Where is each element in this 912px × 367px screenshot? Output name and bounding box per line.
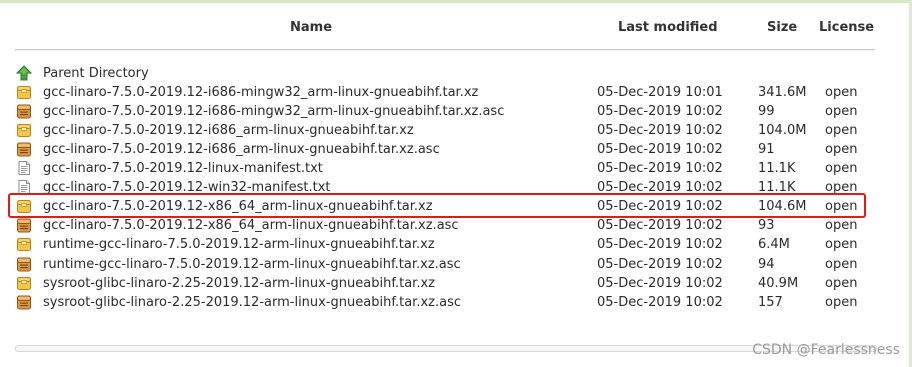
license-cell: open <box>825 161 858 177</box>
file-name-link[interactable]: gcc-linaro-7.5.0-2019.12-i686-mingw32_ar… <box>43 85 478 100</box>
signature-file-icon <box>16 141 32 157</box>
license-cell: open <box>825 218 858 234</box>
license-cell: open <box>825 256 858 272</box>
archive-icon <box>16 275 32 291</box>
file-listing-page: Name Last modified Size License Parent D… <box>0 0 912 367</box>
last-modified-cell: 05-Dec-2019 10:02 <box>597 180 723 196</box>
license-cell: open <box>825 180 858 196</box>
archive-icon <box>16 84 32 100</box>
signature-file-icon <box>16 217 32 233</box>
license-cell: open <box>825 199 858 215</box>
license-cell: open <box>825 85 858 101</box>
last-modified-cell: 05-Dec-2019 10:02 <box>597 104 723 120</box>
signature-file-icon <box>16 103 32 119</box>
size-cell: 11.1K <box>758 161 796 177</box>
archive-icon <box>16 122 32 138</box>
file-name-link[interactable]: runtime-gcc-linaro-7.5.0-2019.12-arm-lin… <box>43 237 435 252</box>
size-cell: 11.1K <box>758 180 796 196</box>
text-file-icon <box>16 160 32 176</box>
table-row[interactable]: runtime-gcc-linaro-7.5.0-2019.12-arm-lin… <box>0 235 912 254</box>
header-divider <box>15 49 875 51</box>
header-name[interactable]: Name <box>290 20 332 35</box>
file-name-link[interactable]: gcc-linaro-7.5.0-2019.12-x86_64_arm-linu… <box>43 218 459 233</box>
last-modified-cell: 05-Dec-2019 10:02 <box>597 161 723 177</box>
size-cell: 94 <box>758 256 775 272</box>
last-modified-cell: 05-Dec-2019 10:02 <box>597 142 723 158</box>
table-row[interactable]: gcc-linaro-7.5.0-2019.12-linux-manifest.… <box>0 159 912 178</box>
file-name-link[interactable]: gcc-linaro-7.5.0-2019.12-win32-manifest.… <box>43 180 331 195</box>
up-arrow-icon <box>15 65 33 81</box>
header-license[interactable]: License <box>819 20 874 35</box>
size-cell: 157 <box>758 294 783 310</box>
archive-icon <box>16 236 32 252</box>
table-row[interactable]: gcc-linaro-7.5.0-2019.12-win32-manifest.… <box>0 178 912 197</box>
signature-file-icon <box>16 256 32 272</box>
text-file-icon <box>16 179 32 195</box>
size-cell: 93 <box>758 218 775 234</box>
header-last-modified[interactable]: Last modified <box>618 20 718 35</box>
table-row[interactable]: runtime-gcc-linaro-7.5.0-2019.12-arm-lin… <box>0 255 912 274</box>
license-cell: open <box>825 104 858 120</box>
size-cell: 341.6M <box>758 85 807 101</box>
size-cell: 6.4M <box>758 237 790 253</box>
file-name-link[interactable]: sysroot-glibc-linaro-2.25-2019.12-arm-li… <box>43 276 435 291</box>
file-name-link[interactable]: gcc-linaro-7.5.0-2019.12-i686_arm-linux-… <box>43 123 414 138</box>
archive-icon <box>16 198 32 214</box>
last-modified-cell: 05-Dec-2019 10:02 <box>597 123 723 139</box>
file-name-link[interactable]: gcc-linaro-7.5.0-2019.12-linux-manifest.… <box>43 161 323 176</box>
parent-directory-row[interactable]: Parent Directory <box>0 64 912 83</box>
last-modified-cell: 05-Dec-2019 10:01 <box>597 85 723 101</box>
size-cell: 99 <box>758 104 775 120</box>
size-cell: 104.0M <box>758 123 807 139</box>
table-row[interactable]: gcc-linaro-7.5.0-2019.12-x86_64_arm-linu… <box>0 216 912 235</box>
file-name-link[interactable]: runtime-gcc-linaro-7.5.0-2019.12-arm-lin… <box>43 257 461 272</box>
table-row[interactable]: sysroot-glibc-linaro-2.25-2019.12-arm-li… <box>0 293 912 312</box>
table-row[interactable]: gcc-linaro-7.5.0-2019.12-i686-mingw32_ar… <box>0 83 912 102</box>
file-name-link[interactable]: sysroot-glibc-linaro-2.25-2019.12-arm-li… <box>43 295 461 310</box>
file-name-link[interactable]: gcc-linaro-7.5.0-2019.12-i686_arm-linux-… <box>43 142 440 157</box>
watermark: CSDN @Fearlessness <box>752 342 900 358</box>
last-modified-cell: 05-Dec-2019 10:02 <box>597 218 723 234</box>
top-border <box>0 0 912 3</box>
license-cell: open <box>825 237 858 253</box>
horizontal-scrollbar[interactable] <box>15 345 877 352</box>
license-cell: open <box>825 123 858 139</box>
header-size[interactable]: Size <box>767 20 797 35</box>
license-cell: open <box>825 142 858 158</box>
table-row[interactable]: gcc-linaro-7.5.0-2019.12-i686_arm-linux-… <box>0 121 912 140</box>
signature-file-icon <box>16 294 32 310</box>
size-cell: 104.6M <box>758 199 807 215</box>
size-cell: 40.9M <box>758 275 799 291</box>
last-modified-cell: 05-Dec-2019 10:02 <box>597 237 723 253</box>
table-row[interactable]: sysroot-glibc-linaro-2.25-2019.12-arm-li… <box>0 274 912 293</box>
last-modified-cell: 05-Dec-2019 10:02 <box>597 256 723 272</box>
last-modified-cell: 05-Dec-2019 10:02 <box>597 294 723 310</box>
table-row-highlighted[interactable]: gcc-linaro-7.5.0-2019.12-x86_64_arm-linu… <box>0 197 912 216</box>
parent-directory-link[interactable]: Parent Directory <box>43 66 149 81</box>
last-modified-cell: 05-Dec-2019 10:02 <box>597 275 723 291</box>
table-row[interactable]: gcc-linaro-7.5.0-2019.12-i686-mingw32_ar… <box>0 102 912 121</box>
file-name-link[interactable]: gcc-linaro-7.5.0-2019.12-i686-mingw32_ar… <box>43 104 504 119</box>
license-cell: open <box>825 294 858 310</box>
license-cell: open <box>825 275 858 291</box>
table-header: Name Last modified Size License <box>0 20 912 40</box>
file-name-link[interactable]: gcc-linaro-7.5.0-2019.12-x86_64_arm-linu… <box>43 199 433 214</box>
table-row[interactable]: gcc-linaro-7.5.0-2019.12-i686_arm-linux-… <box>0 140 912 159</box>
last-modified-cell: 05-Dec-2019 10:02 <box>597 199 723 215</box>
size-cell: 91 <box>758 142 775 158</box>
